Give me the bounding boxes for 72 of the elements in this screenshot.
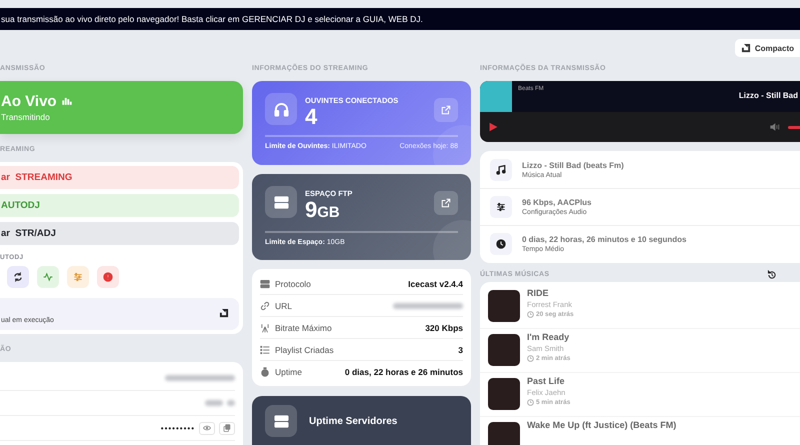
clock-icon xyxy=(496,239,506,249)
blurred-value xyxy=(393,302,463,308)
expand-icon xyxy=(740,43,751,53)
play-icon xyxy=(488,122,498,132)
stat-value: 9GB xyxy=(305,198,341,224)
signal-bars-icon xyxy=(60,96,73,106)
streaming-control-button[interactable]: ar STREAMING xyxy=(0,166,239,189)
blurred-value xyxy=(205,400,223,406)
external-link-icon xyxy=(441,105,451,115)
reload-icon xyxy=(13,272,23,282)
history-icon[interactable] xyxy=(767,270,777,280)
open-external-button[interactable] xyxy=(434,98,458,122)
clock-icon xyxy=(527,399,534,406)
album-cover-placeholder xyxy=(488,422,520,445)
detail-label: Protocolo xyxy=(275,278,311,288)
info-value: 96 Kbps, AACPlus xyxy=(522,198,592,207)
song-item[interactable]: Wake Me Up (ft Justice) (Beats FM) xyxy=(480,417,800,445)
eye-icon xyxy=(203,424,211,432)
album-cover-placeholder xyxy=(488,334,520,366)
password-value: ••••••••• xyxy=(160,424,195,432)
detail-label: URL xyxy=(275,300,292,310)
server-icon xyxy=(260,278,270,288)
detail-value: 3 xyxy=(458,344,463,354)
stat-value: 4 xyxy=(305,105,318,129)
song-title: I'm Ready xyxy=(527,332,570,342)
copy-button[interactable] xyxy=(219,422,235,434)
announcement-banner: sua transmissão ao vivo direto pelo navegador! Basta clicar em GERENCIAR DJ e selecionar a GUIA, WEB DJ. xyxy=(0,8,800,30)
antenna-icon xyxy=(260,322,270,332)
detail-value: Icecast v2.4.4 xyxy=(408,278,463,288)
uptime-servers-title: Uptime Servidores xyxy=(309,416,398,426)
clock-icon xyxy=(527,311,534,318)
waveform-icon xyxy=(43,272,53,282)
album-cover-placeholder xyxy=(488,378,520,410)
station-logo xyxy=(480,81,512,112)
now-playing-track: Lizzo - Still Bad xyxy=(738,91,798,100)
play-button[interactable] xyxy=(488,122,498,132)
info-value: 0 dias, 22 horas, 26 minutos e 10 segundos xyxy=(522,235,687,244)
detail-label: Bitrate Máximo xyxy=(275,322,332,332)
sliders-icon xyxy=(496,202,506,212)
copy-icon xyxy=(223,424,231,432)
show-password-button[interactable] xyxy=(199,422,215,434)
volume-icon[interactable] xyxy=(770,122,780,132)
info-value: Lizzo - Still Bad (beats Fm) xyxy=(522,161,624,170)
volume-bar[interactable] xyxy=(788,126,800,128)
list-icon xyxy=(260,344,270,354)
blurred-value xyxy=(165,375,235,381)
server-icon xyxy=(274,414,288,428)
detail-value: 0 dias, 22 horas e 26 minutos xyxy=(344,366,463,376)
song-title: Past Life xyxy=(527,376,566,386)
album-cover-placeholder xyxy=(488,290,520,322)
alert-icon xyxy=(103,272,113,282)
detail-label: Playlist Criadas xyxy=(275,344,334,354)
sliders-icon xyxy=(73,272,83,282)
autodj-action-button[interactable] xyxy=(7,266,29,288)
clock-icon xyxy=(527,355,534,362)
song-title: RIDE xyxy=(527,288,550,298)
open-icon[interactable] xyxy=(219,308,229,318)
detail-label: Uptime xyxy=(275,366,302,376)
song-title: Wake Me Up (ft Justice) (Beats FM) xyxy=(527,420,676,430)
music-note-icon xyxy=(496,165,506,175)
external-link-icon xyxy=(441,198,451,208)
live-status: Ao Vivo xyxy=(1,93,57,110)
streaming-control-button[interactable]: ar STR/ADJ xyxy=(0,222,239,245)
stopwatch-icon xyxy=(260,366,270,376)
detail-value: 320 Kbps xyxy=(425,322,463,332)
headphones-icon xyxy=(274,102,288,116)
open-external-button[interactable] xyxy=(434,191,458,215)
compact-button[interactable]: Compacto xyxy=(734,39,800,57)
server-icon xyxy=(274,194,288,210)
streaming-control-button[interactable]: AUTODJ xyxy=(0,194,239,217)
link-icon xyxy=(260,300,270,310)
live-substatus: Transmitindo xyxy=(1,112,51,122)
